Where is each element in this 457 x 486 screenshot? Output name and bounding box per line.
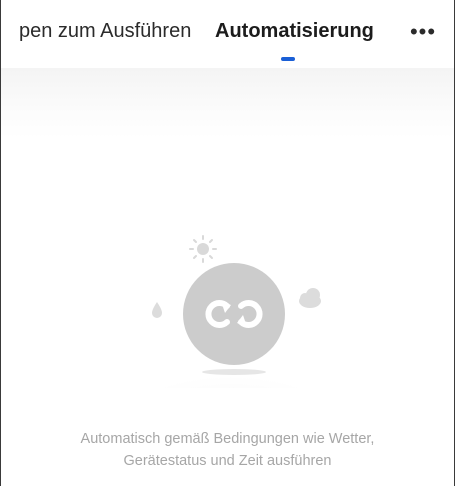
circle-shadow [202, 369, 266, 375]
tab-automation[interactable]: Automatisierung [215, 20, 374, 43]
description-line-1: Automatisch gemäß Bedingungen wie Wetter… [80, 431, 375, 447]
more-options-button[interactable]: ••• [405, 21, 441, 46]
drop-icon [152, 302, 162, 318]
empty-state-illustration [121, 235, 341, 388]
empty-state-panel: Automatisch gemäß Bedingungen wie Wetter… [1, 68, 454, 486]
tab-bar: pen zum Ausführen Automatisierung ••• [1, 0, 454, 68]
app-frame: pen zum Ausführen Automatisierung ••• Au… [0, 0, 455, 486]
automation-loop-icon [183, 263, 285, 365]
sun-icon [189, 235, 217, 263]
cloud-icon [299, 288, 321, 308]
active-tab-indicator [281, 57, 295, 61]
empty-state-description: Automatisch gemäß Bedingungen wie Wetter… [1, 428, 454, 472]
tab-scenes[interactable]: pen zum Ausführen [19, 20, 191, 43]
description-line-2: Gerätestatus und Zeit ausführen [123, 453, 332, 469]
